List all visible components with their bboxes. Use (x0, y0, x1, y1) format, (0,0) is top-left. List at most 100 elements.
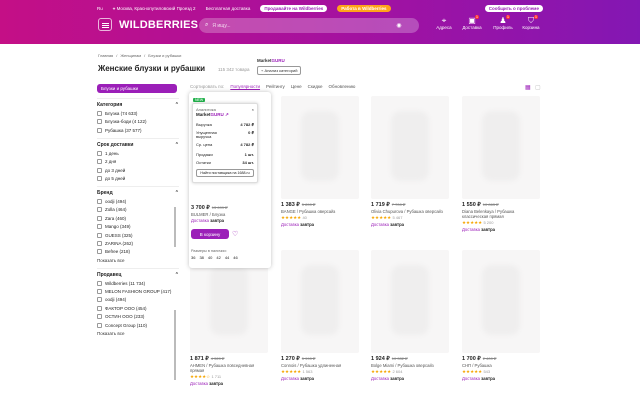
filter-category-header[interactable]: Категория ⌃ (97, 102, 179, 108)
category-chip[interactable]: Блузки и рубашки (97, 84, 177, 93)
heart-icon[interactable]: ♡ (232, 230, 238, 238)
checkbox-item[interactable]: Zara (460) (97, 215, 179, 221)
search-icon[interactable]: ⌕ (205, 22, 208, 29)
analytics-value: 1 шт. (244, 152, 254, 157)
product-brand[interactable]: Bolge Miami / Рубашка оверсайз (371, 363, 449, 368)
checkbox-item[interactable]: Блузка (74 633) (97, 111, 179, 116)
work-button[interactable]: Работа в Wildberries (337, 4, 391, 12)
product-card[interactable]: 1 270 ₽5 990 ₽ Connois / Рубашка удлинен… (281, 250, 359, 381)
product-brand[interactable]: AHMEN / Рубашка повседневная прямая (190, 363, 268, 373)
cart-label: Корзина (522, 25, 540, 30)
sort-rating[interactable]: Рейтингу (266, 84, 285, 89)
old-price: 7 700 ₽ (391, 202, 406, 207)
checkbox-label: Wildberries (11 734) (105, 280, 146, 286)
product-image[interactable] (371, 96, 449, 199)
delivery-label: Доставка (371, 376, 389, 381)
delivery-label: Доставка (281, 222, 299, 227)
price-value: 1 550 ₽ (462, 202, 481, 208)
size-option[interactable]: 40 (208, 255, 212, 260)
checkbox-item[interactable]: GUESS (325) (97, 232, 179, 238)
product-brand[interactable]: Olivia Chupurova / Рубашка оверсайз (371, 209, 449, 214)
address-text: Москва, Краснопутиловский Проезд 2 (116, 5, 196, 11)
checkbox-item[interactable]: Рубашка (37 577) (97, 127, 179, 133)
checkbox-item[interactable]: Блузка-боди (4 122) (97, 119, 179, 125)
product-brand[interactable]: BULMER / Блузка (191, 212, 228, 217)
checkbox-item[interactable]: Concept Group (110) (97, 322, 179, 328)
region-selector[interactable]: Ru (97, 6, 103, 11)
logo[interactable]: WILDBERRIES (119, 19, 198, 31)
seller-scrollbar[interactable] (174, 310, 176, 380)
sort-price[interactable]: Цене (291, 84, 302, 89)
checkbox-item[interactable]: MELON FASHION GROUP (417) (97, 289, 179, 295)
filter-delivery-header[interactable]: Срок доставки ⌃ (97, 142, 179, 148)
product-card[interactable]: 1 924 ₽10 332 ₽ Bolge Miami / Рубашка ов… (371, 250, 449, 381)
product-card[interactable]: 1 871 ₽4 320 ₽ AHMEN / Рубашка повседнев… (190, 250, 268, 386)
product-brand[interactable]: СНП / Рубашка (462, 363, 540, 368)
checkbox-item[interactable]: Zolla (464) (97, 207, 179, 213)
breadcrumb-item[interactable]: Блузки и рубашки (148, 53, 181, 58)
product-image[interactable] (281, 96, 359, 199)
product-price: 1 270 ₽5 990 ₽ (281, 356, 359, 362)
menu-burger-icon[interactable] (98, 18, 112, 31)
find-supplier-button[interactable]: Найти поставщика на 1688.ru (196, 169, 254, 177)
product-price: 1 700 ₽2 400 ₽ (462, 356, 540, 362)
free-delivery-link[interactable]: Бесплатная доставка (206, 6, 251, 11)
search-input[interactable] (212, 22, 393, 29)
brand-show-all-link[interactable]: Показать все (97, 258, 179, 263)
camera-icon[interactable]: ◉ (396, 22, 401, 29)
add-to-cart-button[interactable]: В корзину (191, 229, 229, 239)
checkbox-item[interactable]: oodji (494) (97, 198, 179, 204)
large-view-icon[interactable]: ▢ (535, 84, 541, 91)
profile-button[interactable]: ♟ 1 Профиль (490, 15, 516, 30)
filter-brand-header[interactable]: Бренд ⌃ (97, 190, 179, 196)
addresses-button[interactable]: ⌖ Адреса (431, 16, 457, 30)
brand-scrollbar[interactable] (174, 207, 176, 247)
checkbox-item[interactable]: ZARINA (262) (97, 240, 179, 246)
external-link-icon[interactable]: ↗ (225, 112, 229, 117)
size-option[interactable]: 46 (233, 255, 237, 260)
size-option[interactable]: 44 (225, 255, 229, 260)
cart-button[interactable]: ⛉ 1 Корзина (518, 15, 544, 30)
size-option[interactable]: 38 (199, 255, 203, 260)
delivery-label: Доставка (462, 227, 480, 232)
product-image[interactable] (462, 96, 540, 199)
checkbox-item[interactable]: oodji (494) (97, 297, 179, 303)
breadcrumb-item[interactable]: Женщинам (120, 53, 141, 58)
hovered-product-card[interactable]: NEW Аналитика × MarketGURU ↗ Выручка 4 782… (189, 92, 271, 268)
product-brand[interactable]: BANGE / Рубашка оверсайз (281, 209, 359, 214)
checkbox-item[interactable]: Befree (218) (97, 249, 179, 255)
delivery-button[interactable]: ▣ 1 Доставка (459, 15, 485, 30)
report-problem-button[interactable]: Сообщить о проблеме (484, 4, 543, 12)
product-card[interactable]: 1 550 ₽10 863 ₽ Diana Belenkaya / Рубашк… (462, 96, 540, 232)
product-image[interactable] (371, 250, 449, 353)
checkbox-item[interactable]: 2 дня (97, 159, 179, 165)
category-analysis-button[interactable]: ⌁ Анализ категорий (257, 66, 302, 75)
checkbox-item[interactable]: ФАКТОР ООО (454) (97, 305, 179, 311)
close-icon[interactable]: × (252, 107, 254, 112)
rating: ★★★★★ 5 200 (462, 220, 540, 226)
seller-show-all-link[interactable]: Показать все (97, 331, 179, 336)
sort-update[interactable]: Обновлению (329, 84, 356, 89)
sell-button[interactable]: Продавайте на Wildberries (260, 4, 328, 12)
checkbox-item[interactable]: до 3 дней (97, 167, 179, 173)
product-card[interactable]: 1 383 ₽5 890 ₽ BANGE / Рубашка оверсайз … (281, 96, 359, 227)
size-option[interactable]: 42 (216, 255, 220, 260)
product-brand[interactable]: Diana Belenkaya / Рубашка классическая п… (462, 209, 540, 219)
product-card[interactable]: 1 700 ₽2 400 ₽ СНП / Рубашка ★★★★★ 543 Д… (462, 250, 540, 381)
product-image[interactable] (462, 250, 540, 353)
checkbox-item[interactable]: до 5 дней (97, 175, 179, 181)
product-brand[interactable]: Connois / Рубашка удлиненная (281, 363, 359, 368)
filter-seller-header[interactable]: Продавец ⌃ (97, 272, 179, 278)
breadcrumb-item[interactable]: Главная (98, 53, 113, 58)
sort-popularity[interactable]: Популярности (230, 84, 260, 89)
checkbox-item[interactable]: Wildberries (11 734) (97, 280, 179, 286)
address-link[interactable]: ⌖ Москва, Краснопутиловский Проезд 2 (113, 6, 196, 11)
checkbox-item[interactable]: ОСТИН ООО (233) (97, 314, 179, 320)
sort-discount[interactable]: Скидке (308, 84, 323, 89)
size-option[interactable]: 36 (191, 255, 195, 260)
product-card[interactable]: 1 719 ₽7 700 ₽ Olivia Chupurova / Рубашк… (371, 96, 449, 227)
checkbox-item[interactable]: 1 день (97, 150, 179, 156)
checkbox-item[interactable]: Mango (349) (97, 224, 179, 230)
product-image[interactable] (281, 250, 359, 353)
grid-view-icon[interactable]: ▦ (525, 84, 531, 91)
